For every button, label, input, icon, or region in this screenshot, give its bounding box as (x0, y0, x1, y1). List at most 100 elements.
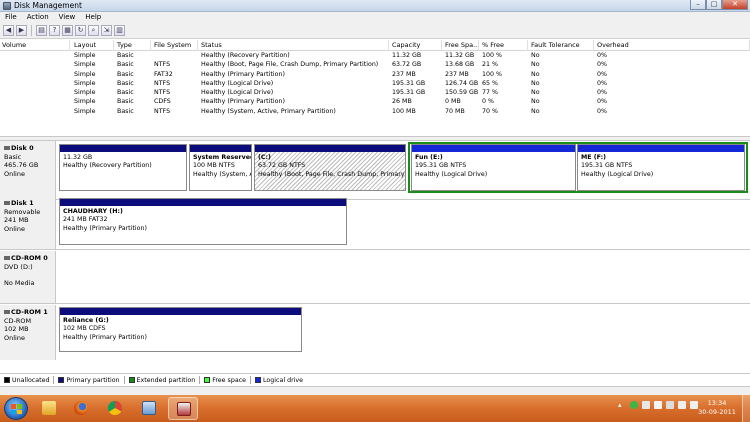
cell-fault-tolerance: No (531, 98, 540, 106)
tray-expand-icon[interactable]: ▴ (618, 401, 626, 409)
cell-fault-tolerance: No (531, 52, 540, 59)
table-row[interactable]: Reliance (G:)SimpleBasicCDFSHealthy (Pri… (0, 97, 750, 106)
partition-status: Healthy (Recovery Partition) (63, 162, 152, 170)
title-bar: Disk Management – □ ✕ (0, 0, 750, 12)
cell-capacity: 195.31 GB (392, 89, 426, 97)
taskbar-explorer[interactable] (34, 397, 64, 420)
column-fault-tolerance[interactable]: Fault Tolerance (529, 40, 594, 51)
taskbar-disk-management[interactable] (168, 397, 198, 420)
column-type[interactable]: Type (115, 40, 151, 51)
menu-bar: File Action View Help (0, 12, 750, 23)
column-capacity[interactable]: Capacity (390, 40, 442, 51)
maximize-button[interactable]: □ (706, 0, 722, 10)
partition-status: Healthy (Primary Partition) (63, 333, 147, 341)
partition-size: 102 MB CDFS (63, 325, 106, 333)
windows-logo-icon (11, 404, 22, 414)
legend-swatch (58, 377, 65, 383)
disk-size: 102 MB (4, 325, 29, 333)
taskbar-network-app[interactable] (134, 397, 164, 420)
logical-drive-bar (578, 145, 744, 152)
cell-layout: Simple (74, 79, 96, 87)
cell-overhead: 0% (597, 61, 607, 69)
partition-c-drive[interactable]: (C:) 63.72 GB NTFS Healthy (Boot, Page F… (254, 144, 406, 191)
cdrom-0-label[interactable]: CD-ROM 0 DVD (D:) No Media (0, 251, 56, 303)
menu-help[interactable]: Help (80, 12, 106, 23)
taskbar-firefox[interactable] (66, 397, 96, 420)
cell-capacity: 237 MB (392, 70, 416, 78)
cell-capacity: 26 MB (392, 98, 412, 106)
partition-recovery[interactable]: 11.32 GB Healthy (Recovery Partition) (59, 144, 187, 191)
clock-time: 13:34 (707, 399, 727, 407)
view-icon[interactable]: ▥ (114, 25, 125, 36)
column-overhead[interactable]: Overhead (595, 40, 750, 51)
minimize-button[interactable]: – (690, 0, 706, 10)
partition-me-f[interactable]: ME (F:) 195.31 GB NTFS Healthy (Logical … (577, 144, 745, 191)
cdrom-1-label[interactable]: CD-ROM 1 CD-ROM 102 MB Online (0, 305, 56, 360)
partition-chaudhary-h[interactable]: CHAUDHARY (H:) 241 MB FAT32 Healthy (Pri… (59, 198, 347, 245)
cell-type: Basic (117, 89, 134, 97)
legend-free-space: Free space (204, 377, 246, 384)
table-row[interactable]: Simple Basic Healthy (Recovery Partition) 1… (0, 51, 750, 60)
tray-network-icon[interactable] (678, 401, 686, 409)
disk-map: Disk 0 Basic 465.76 GB Online 11.32 GB H… (0, 141, 750, 371)
show-desktop-button[interactable] (742, 395, 750, 422)
rescan-icon[interactable]: ⌕ (88, 25, 99, 36)
tray-flag-icon[interactable] (654, 401, 662, 409)
cell-percent-free: 0 % (482, 98, 494, 106)
primary-partition-bar (60, 145, 186, 152)
partition-name: CHAUDHARY (H:) (63, 208, 123, 215)
disk-management-app-icon (3, 2, 11, 10)
table-row[interactable]: Fun (E:)SimpleBasicNTFSHealthy (Logical … (0, 79, 750, 88)
refresh-icon[interactable]: ↻ (75, 25, 86, 36)
show-hide-tree-icon[interactable]: ▤ (36, 25, 47, 36)
table-row[interactable]: ME (F:)SimpleBasicNTFSHealthy (Logical D… (0, 88, 750, 97)
table-row[interactable]: System ReservedSimpleBasicNTFSHealthy (S… (0, 107, 750, 116)
disk-0-label[interactable]: Disk 0 Basic 465.76 GB Online (0, 141, 56, 199)
partition-reliance-g[interactable]: Reliance (G:) 102 MB CDFS Healthy (Prima… (59, 307, 302, 352)
column-layout[interactable]: Layout (72, 40, 114, 51)
start-button[interactable] (4, 397, 28, 420)
column-percent-free[interactable]: % Free (480, 40, 528, 51)
cell-type: Basic (117, 107, 134, 115)
legend-extended-partition: Extended partition (128, 377, 195, 384)
cell-type: Basic (117, 70, 134, 78)
forward-icon[interactable]: ▶ (16, 25, 27, 36)
disk-1-label[interactable]: Disk 1 Removable 241 MB Online (0, 196, 56, 249)
column-volume[interactable]: Volume (0, 40, 70, 51)
disk-status: Online (4, 333, 25, 342)
cell-free-space: 11.32 GB (445, 52, 475, 59)
column-file-system[interactable]: File System (152, 40, 198, 51)
cell-status: Healthy (Primary Partition) (201, 98, 285, 106)
volume-list[interactable]: Volume Layout Type File System Status Ca… (0, 40, 750, 136)
cell-layout: Simple (74, 52, 96, 59)
cell-percent-free: 100 % (482, 52, 503, 59)
properties-icon[interactable]: ▦ (62, 25, 73, 36)
removable-disk-icon (4, 201, 10, 205)
taskbar-chrome[interactable] (100, 397, 130, 420)
cell-layout: Simple (74, 70, 96, 78)
partition-status: Healthy (System, A (193, 170, 251, 178)
menu-action[interactable]: Action (22, 12, 54, 23)
help-icon[interactable]: ? (49, 25, 60, 36)
column-status[interactable]: Status (199, 40, 389, 51)
cell-free-space: 13.68 GB (445, 61, 475, 69)
taskbar-clock[interactable]: 13:34 30-09-2011 (697, 399, 737, 416)
partition-fun-e[interactable]: Fun (E:) 195.31 GB NTFS Healthy (Logical… (411, 144, 576, 191)
cell-type: Basic (117, 79, 134, 87)
menu-view[interactable]: View (54, 12, 81, 23)
table-row[interactable]: (C:)SimpleBasicNTFSHealthy (Boot, Page F… (0, 60, 750, 69)
column-free-space[interactable]: Free Spa... (443, 40, 479, 51)
table-row[interactable]: CHAUDHARY (H:)SimpleBasicFAT32Healthy (P… (0, 70, 750, 79)
tray-battery-icon[interactable] (666, 401, 674, 409)
partition-system-reserved[interactable]: System Reserved 100 MB NTFS Healthy (Sys… (189, 144, 252, 191)
close-button[interactable]: ✕ (722, 0, 748, 10)
tray-shield-icon[interactable] (642, 401, 650, 409)
windows-explorer-icon (42, 401, 56, 415)
disk-name: CD-ROM 1 (4, 308, 55, 317)
export-icon[interactable]: ⇲ (101, 25, 112, 36)
cell-capacity: 63.72 GB (392, 61, 422, 69)
back-icon[interactable]: ◀ (3, 25, 14, 36)
tray-green-icon[interactable] (630, 401, 638, 409)
menu-file[interactable]: File (0, 12, 22, 23)
primary-partition-bar (60, 308, 301, 315)
